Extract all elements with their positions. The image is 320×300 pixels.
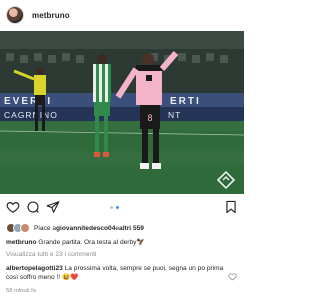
bookmark-icon[interactable]	[224, 200, 238, 214]
heart-icon[interactable]	[6, 200, 20, 214]
comment: albertopelagotti23 La prossima volta, se…	[6, 264, 226, 282]
paper-plane-icon[interactable]	[46, 200, 60, 214]
liker-avatars	[6, 223, 30, 233]
comment-username[interactable]: albertopelagotti23	[6, 265, 63, 272]
carousel-indicator	[110, 206, 119, 209]
caption-text: Grande partita. Ora testa al derby🦅	[36, 239, 145, 246]
comment-heart-icon[interactable]	[228, 268, 237, 281]
caption: metbruno Grande partita. Ora testa al de…	[6, 238, 145, 246]
avatar	[20, 223, 30, 233]
svg-text:ERTI: ERTI	[170, 96, 201, 107]
likes-prefix: Piace a	[34, 224, 56, 232]
svg-text:CAGRNINO: CAGRNINO	[4, 110, 58, 120]
post-image[interactable]: EVERTI ERTI CAGRNINO NT 8	[0, 31, 244, 194]
avatar[interactable]	[6, 6, 24, 24]
carousel-dot	[110, 206, 113, 209]
post-header: metbruno	[0, 0, 244, 30]
svg-text:8: 8	[147, 113, 152, 123]
carousel-dot-active	[116, 206, 119, 209]
caption-username[interactable]: metbruno	[6, 239, 36, 246]
action-bar	[0, 196, 244, 218]
username[interactable]: metbruno	[32, 11, 70, 20]
svg-text:NT: NT	[168, 110, 181, 120]
likes-others[interactable]: altri 559	[119, 225, 144, 232]
view-all-comments-link[interactable]: Visualizza tutti e 23 i commenti	[6, 251, 96, 258]
comment-icon[interactable]	[26, 200, 40, 214]
timestamp: 58 minuti fa	[6, 288, 36, 294]
likes-summary[interactable]: Piace a giovannitedesco04 e altri 559	[6, 222, 144, 234]
liker-username[interactable]: giovannitedesco04	[56, 225, 115, 232]
